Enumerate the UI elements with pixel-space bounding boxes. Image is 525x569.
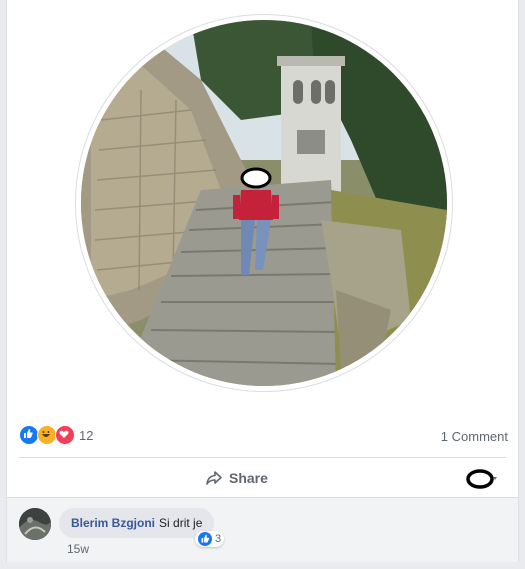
like-icon: [19, 425, 39, 445]
post-actions: Share: [7, 460, 520, 496]
commenter-avatar-image: [19, 508, 51, 540]
love-icon: [55, 425, 75, 445]
comment-author-link[interactable]: Blerim Bzgjoni: [71, 516, 155, 530]
comment-reaction-badge[interactable]: 3: [195, 531, 225, 547]
avatar-icon: [466, 469, 497, 489]
comment-count-link[interactable]: 1 Comment: [441, 429, 508, 444]
profile-picture[interactable]: [81, 20, 447, 386]
reaction-count[interactable]: 12: [79, 428, 93, 443]
comment-timestamp[interactable]: 15w: [67, 542, 89, 556]
reaction-summary[interactable]: 12: [19, 425, 93, 445]
audience-selector[interactable]: [466, 469, 500, 489]
profile-picture-frame[interactable]: [75, 14, 453, 392]
haha-icon: [37, 425, 57, 445]
comment-reaction-count: 3: [215, 533, 222, 545]
post-stats: 12 1 Comment: [7, 423, 520, 449]
post-card: 12 1 Comment Share Blerim Bzgjoni Si dri…: [6, 0, 519, 562]
share-label: Share: [229, 470, 268, 486]
divider: [19, 457, 506, 458]
share-button[interactable]: Share: [205, 466, 268, 490]
avatar[interactable]: [19, 508, 51, 540]
comments-section: Blerim Bzgjoni Si drit je 3 15w: [7, 498, 518, 562]
photo-scene: [81, 20, 447, 386]
like-icon: [198, 532, 212, 546]
share-icon: [206, 471, 222, 485]
comment-bubble: Blerim Bzgjoni Si drit je: [59, 508, 215, 538]
comment-text: Si drit je: [159, 516, 203, 530]
